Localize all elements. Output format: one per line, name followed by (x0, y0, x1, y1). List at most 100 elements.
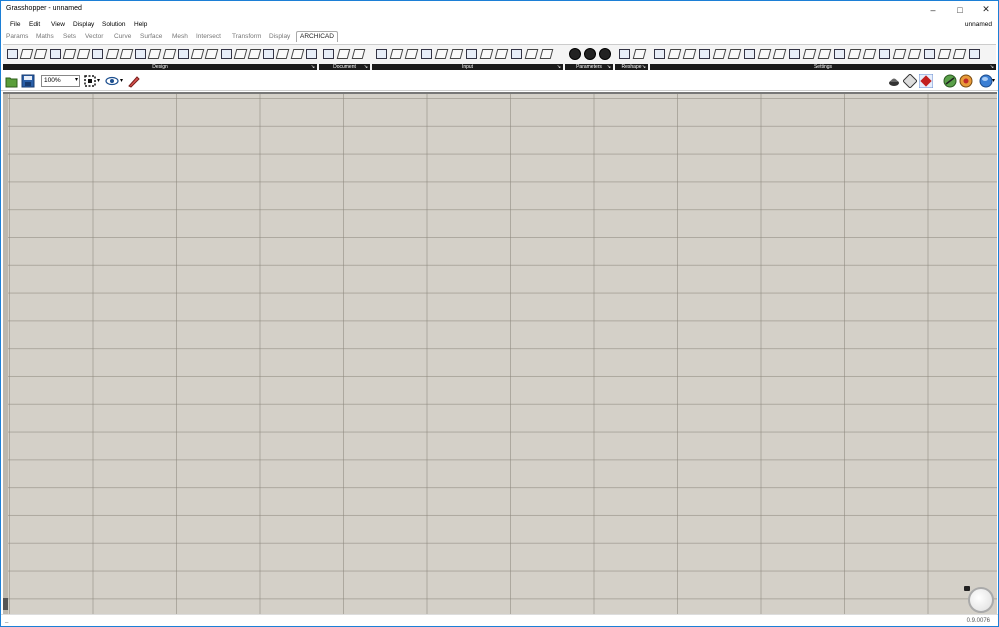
component-icon[interactable] (419, 46, 433, 61)
component-icon[interactable] (832, 46, 846, 61)
component-icon[interactable] (90, 46, 104, 61)
component-icon[interactable] (19, 46, 32, 61)
menu-help[interactable]: Help (134, 21, 147, 28)
component-icon[interactable] (847, 46, 861, 61)
component-icon[interactable] (176, 46, 190, 61)
menu-solution[interactable]: Solution (102, 21, 126, 28)
preview-shaded-icon[interactable] (919, 74, 933, 88)
menu-file[interactable]: File (10, 21, 20, 28)
component-icon[interactable] (862, 46, 876, 61)
preview-colour-icon[interactable] (959, 74, 973, 88)
component-icon[interactable] (389, 46, 403, 61)
component-icon[interactable] (48, 46, 61, 61)
component-icon[interactable] (119, 46, 132, 61)
component-icon[interactable] (922, 46, 936, 61)
component-icon[interactable] (133, 46, 147, 61)
component-icon[interactable] (62, 46, 75, 61)
preview-dropdown-arrow[interactable]: ▾ (120, 77, 123, 84)
tab-params[interactable]: Params (6, 33, 28, 40)
tab-transform[interactable]: Transform (232, 33, 261, 40)
component-icon[interactable] (787, 46, 801, 61)
component-icon[interactable] (336, 46, 350, 61)
component-icon[interactable] (204, 46, 217, 61)
component-icon[interactable] (105, 46, 118, 61)
component-icon[interactable] (219, 46, 232, 61)
component-icon[interactable] (33, 46, 46, 61)
component-icon[interactable] (76, 46, 89, 61)
component-icon[interactable] (952, 46, 966, 61)
component-icon[interactable] (261, 46, 275, 61)
component-icon[interactable] (742, 46, 756, 61)
menu-view[interactable]: View (51, 21, 65, 28)
maximize-button[interactable]: □ (947, 1, 973, 18)
component-icon[interactable] (162, 46, 175, 61)
component-icon[interactable] (597, 46, 611, 61)
tab-archicad[interactable]: ARCHICAD (296, 31, 338, 42)
component-icon[interactable] (892, 46, 906, 61)
component-icon[interactable] (907, 46, 921, 61)
component-icon[interactable] (434, 46, 448, 61)
display-mode-icon[interactable] (979, 74, 993, 88)
component-icon[interactable] (967, 46, 981, 61)
component-icon[interactable] (652, 46, 666, 61)
component-icon[interactable] (147, 46, 160, 61)
component-icon[interactable] (247, 46, 260, 61)
menu-display[interactable]: Display (73, 21, 94, 28)
component-icon[interactable] (697, 46, 711, 61)
navigation-pin-icon[interactable] (964, 586, 970, 591)
component-icon[interactable] (802, 46, 816, 61)
component-icon[interactable] (712, 46, 726, 61)
tab-maths[interactable]: Maths (36, 33, 54, 40)
component-icon[interactable] (582, 46, 596, 61)
save-file-icon[interactable] (21, 74, 35, 88)
preview-wire-icon[interactable] (903, 74, 917, 88)
component-icon[interactable] (374, 46, 388, 61)
tab-surface[interactable]: Surface (140, 33, 162, 40)
component-icon[interactable] (757, 46, 771, 61)
select-frame-icon[interactable] (83, 74, 97, 88)
tab-display[interactable]: Display (269, 33, 290, 40)
zoom-dropdown[interactable]: 100% ▾ (41, 75, 80, 87)
component-icon[interactable] (772, 46, 786, 61)
tab-sets[interactable]: Sets (63, 33, 76, 40)
component-icon[interactable] (275, 46, 288, 61)
component-icon[interactable] (479, 46, 493, 61)
grasshopper-canvas[interactable] (3, 92, 997, 614)
component-icon[interactable] (524, 46, 538, 61)
open-file-icon[interactable] (5, 74, 19, 88)
preview-mesh-icon[interactable] (887, 74, 901, 88)
component-icon[interactable] (937, 46, 951, 61)
sketch-pen-icon[interactable] (127, 74, 141, 88)
component-icon[interactable] (5, 46, 19, 61)
menu-edit[interactable]: Edit (29, 21, 40, 28)
close-button[interactable]: ✕ (973, 1, 999, 18)
canvas-scroll-handle[interactable] (3, 598, 8, 610)
component-icon[interactable] (464, 46, 478, 61)
display-mode-dropdown-arrow[interactable]: ▾ (992, 77, 995, 84)
component-icon[interactable] (290, 46, 303, 61)
tab-vector[interactable]: Vector (85, 33, 103, 40)
component-icon[interactable] (727, 46, 741, 61)
component-icon[interactable] (449, 46, 463, 61)
component-icon[interactable] (494, 46, 508, 61)
preview-eye-icon[interactable] (105, 74, 119, 88)
component-icon[interactable] (817, 46, 831, 61)
minimize-button[interactable]: – (920, 1, 946, 18)
preview-selected-icon[interactable] (943, 74, 957, 88)
component-icon[interactable] (539, 46, 553, 61)
component-icon[interactable] (567, 46, 581, 61)
component-icon[interactable] (667, 46, 681, 61)
component-icon[interactable] (877, 46, 891, 61)
component-icon[interactable] (632, 46, 646, 61)
component-icon[interactable] (233, 46, 246, 61)
component-icon[interactable] (321, 46, 335, 61)
component-icon[interactable] (509, 46, 523, 61)
component-icon[interactable] (617, 46, 631, 61)
tab-intersect[interactable]: Intersect (196, 33, 221, 40)
component-icon[interactable] (351, 46, 365, 61)
tab-curve[interactable]: Curve (114, 33, 131, 40)
component-icon[interactable] (404, 46, 418, 61)
component-icon[interactable] (304, 46, 318, 61)
tab-mesh[interactable]: Mesh (172, 33, 188, 40)
select-frame-dropdown-arrow[interactable]: ▾ (97, 77, 100, 84)
